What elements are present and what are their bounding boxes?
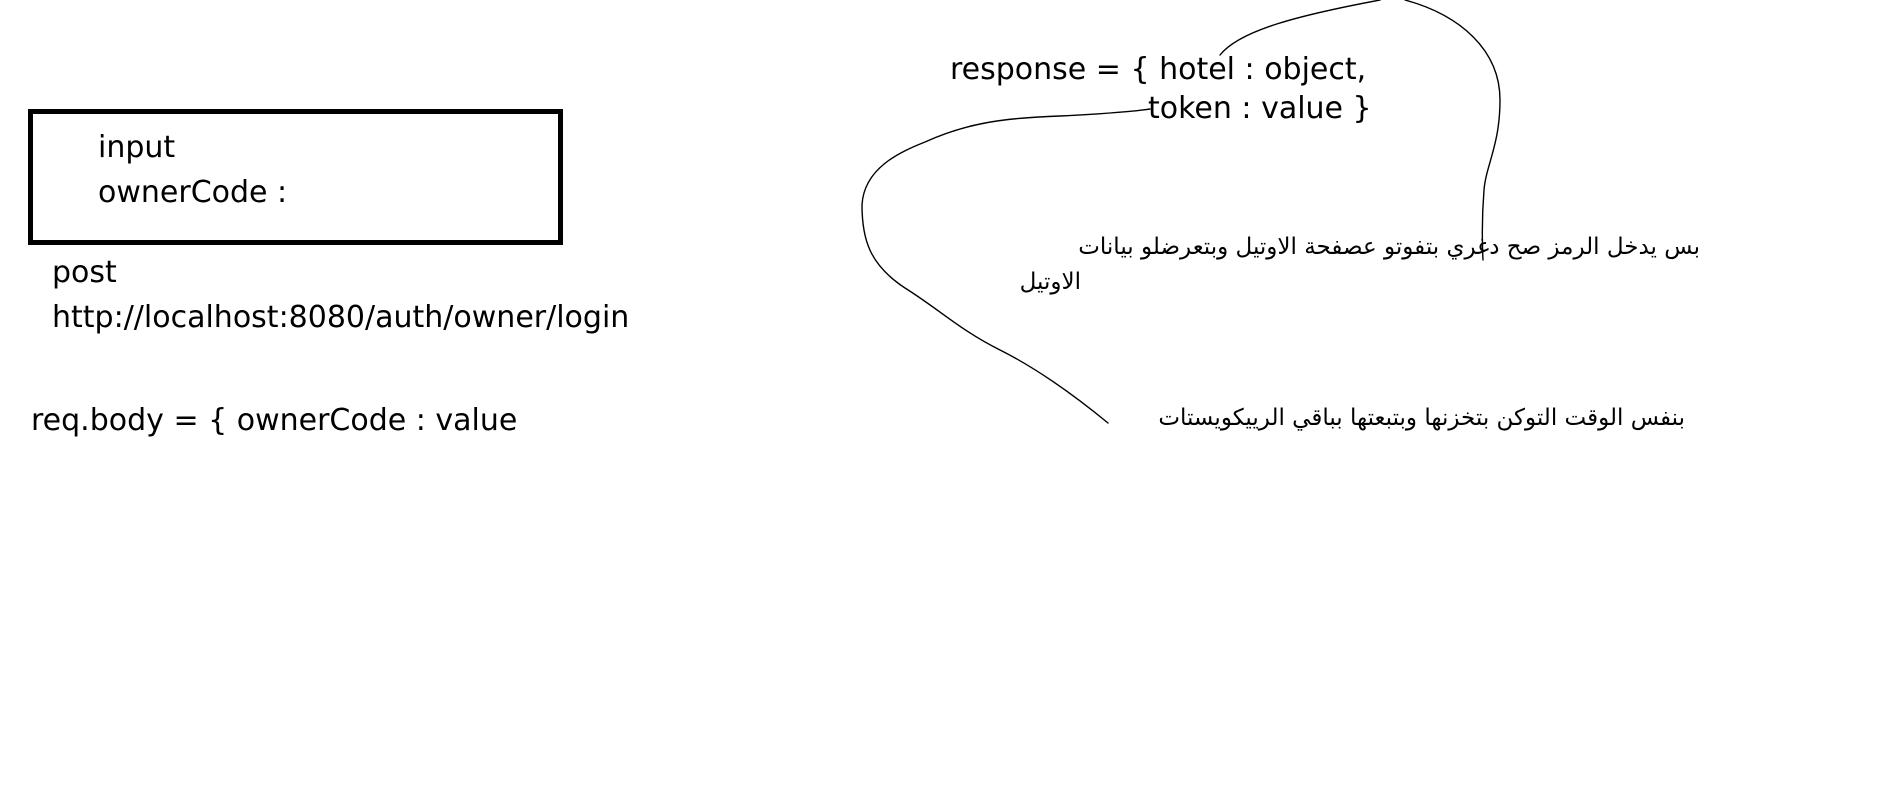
request-body: req.body = { ownerCode : value [31, 403, 518, 438]
input-box-field-label: ownerCode : [98, 175, 288, 210]
request-method: post [52, 255, 117, 290]
note-2: بنفس الوقت التوكن بتخزنها وبتبعتها بباقي… [1158, 405, 1685, 431]
note-1-line-1: بس يدخل الرمز صح دغري بتفوتو عصفحة الاوت… [1078, 234, 1700, 260]
request-url: http://localhost:8080/auth/owner/login [52, 300, 630, 335]
response-line-2: token : value } [1148, 91, 1372, 126]
diagram-canvas: input ownerCode : post http://localhost:… [0, 0, 1886, 807]
input-box-title: input [98, 130, 176, 165]
response-line-1: response = { hotel : object, [950, 52, 1367, 87]
note-1-line-2: الاوتيل [1019, 269, 1081, 295]
